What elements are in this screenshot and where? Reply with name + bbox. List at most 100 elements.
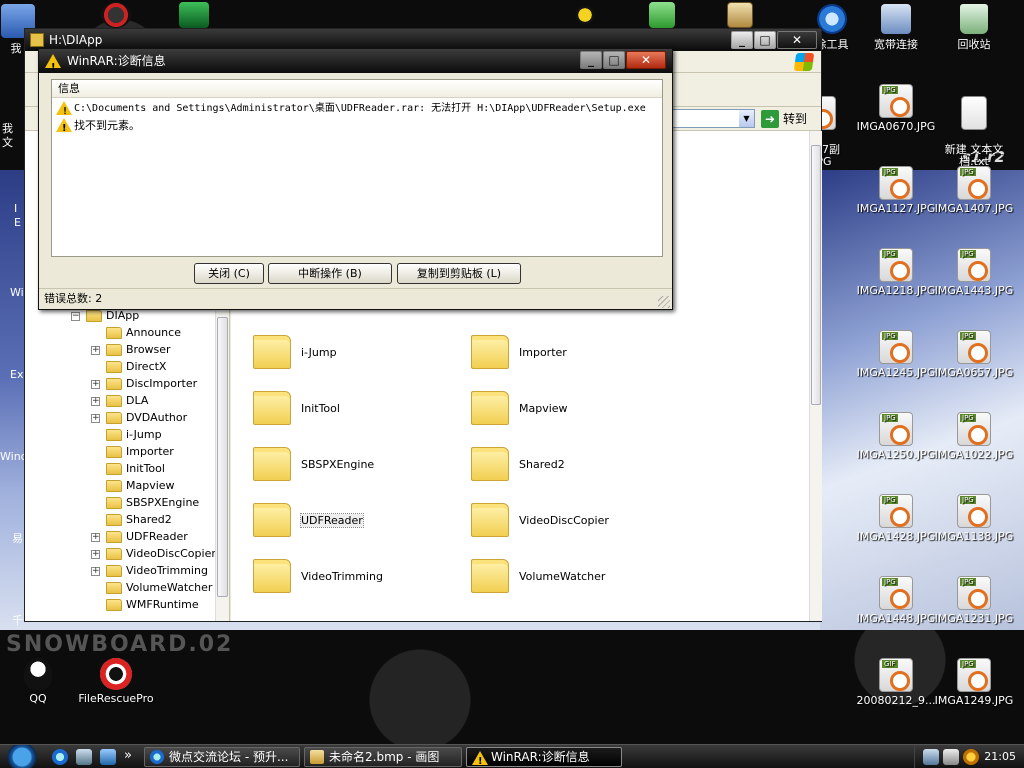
desktop-file-icon[interactable]: IMGA1231.JPG: [928, 576, 1020, 625]
tree-scrollbar-thumb[interactable]: [217, 317, 228, 597]
close-dialog-button[interactable]: 关闭 (C): [194, 263, 264, 284]
folder-icon: [471, 447, 509, 481]
desktop-icon-eye-app[interactable]: [148, 2, 240, 30]
folder-item[interactable]: VideoDiscCopier: [471, 501, 609, 541]
tree-item[interactable]: + VideoTrimming: [91, 562, 208, 579]
message-row[interactable]: 找不到元素。: [54, 117, 140, 137]
ie-quicklaunch-icon[interactable]: [52, 749, 68, 765]
go-button[interactable]: ➜ 转到: [761, 110, 817, 128]
desktop-file-icon[interactable]: IMGA1138.JPG: [928, 494, 1020, 543]
desktop-file-icon[interactable]: IMGA1443.JPG: [928, 248, 1020, 297]
expand-icon[interactable]: +: [91, 345, 100, 355]
tree-item[interactable]: + UDFReader: [91, 528, 188, 545]
error-count-label: 错误总数:: [44, 292, 92, 305]
expand-icon[interactable]: +: [91, 396, 100, 406]
desktop-file-icon[interactable]: IMGA1022.JPG: [928, 412, 1020, 461]
tree-item-label: SBSPXEngine: [126, 496, 200, 509]
tree-item[interactable]: i-Jump: [106, 426, 162, 443]
network-tray-icon[interactable]: [923, 749, 939, 765]
folder-icon: [106, 395, 122, 407]
desktop-icon-label: 宽带连接: [874, 38, 918, 51]
tree-item[interactable]: Mapview: [106, 477, 175, 494]
desktop-edge-label: 千: [12, 614, 23, 627]
tree-item-label: DVDAuthor: [126, 411, 188, 424]
tree-item[interactable]: Announce: [106, 324, 181, 341]
tree-item-label: DirectX: [126, 360, 167, 373]
minimize-button[interactable]: _: [731, 31, 753, 49]
tree-item-label: WMFRuntime: [126, 598, 199, 611]
tree-item[interactable]: + DiscImporter: [91, 375, 197, 392]
tree-item[interactable]: + DLA: [91, 392, 148, 409]
resize-grip[interactable]: [658, 296, 670, 308]
desktop-file-label: FileRescuePro: [78, 692, 154, 705]
tree-item[interactable]: + VideoDiscCopier: [91, 545, 216, 562]
taskbar-button[interactable]: 未命名2.bmp - 画图: [304, 747, 462, 767]
folder-item[interactable]: i-Jump: [253, 333, 337, 373]
folder-item[interactable]: Mapview: [471, 389, 568, 429]
expand-icon[interactable]: +: [91, 566, 100, 576]
start-button[interactable]: [0, 745, 44, 768]
maximize-button[interactable]: □: [754, 31, 776, 49]
taskbar-button[interactable]: 微点交流论坛 - 预升...: [144, 747, 300, 767]
copy-to-clipboard-button[interactable]: 复制到剪贴板 (L): [397, 263, 521, 284]
folder-item[interactable]: VolumeWatcher: [471, 557, 605, 597]
folder-item[interactable]: SBSPXEngine: [253, 445, 374, 485]
folder-icon: [106, 548, 122, 560]
chevron-down-icon[interactable]: ▼: [739, 110, 754, 127]
wallpaper-text: SNOWBOARD.02: [6, 632, 234, 657]
file-list-scrollbar-thumb[interactable]: [811, 145, 821, 405]
tree-item[interactable]: WMFRuntime: [106, 596, 199, 613]
tree-item[interactable]: + DVDAuthor: [91, 409, 187, 426]
media-quicklaunch-icon[interactable]: [100, 749, 116, 765]
tree-item[interactable]: Shared2: [106, 511, 172, 528]
desktop-icon-filerescuepro[interactable]: FileRescuePro: [70, 658, 162, 705]
desktop-icon-recycle-bin[interactable]: 回收站: [928, 4, 1020, 52]
app-tray-icon[interactable]: [963, 749, 979, 765]
minimize-button[interactable]: _: [580, 51, 602, 69]
tree-item[interactable]: DirectX: [106, 358, 166, 375]
desktop-file-icon[interactable]: 新建 文本文 档.txt: [928, 84, 1020, 168]
desktop-file-icon[interactable]: IMGA1249.JPG: [928, 658, 1020, 707]
expand-icon[interactable]: +: [91, 379, 100, 389]
tree-item[interactable]: Importer: [106, 443, 174, 460]
jpg-file-icon: [957, 166, 991, 200]
folder-icon: [253, 503, 291, 537]
desktop-icon-r-app[interactable]: [694, 2, 786, 30]
column-header[interactable]: 信息: [52, 80, 662, 98]
folder-item[interactable]: UDFReader: [253, 501, 364, 541]
clock[interactable]: 21:05: [984, 750, 1016, 763]
tree-item[interactable]: InitTool: [106, 460, 165, 477]
folder-item[interactable]: Shared2: [471, 445, 565, 485]
volume-tray-icon[interactable]: [943, 749, 959, 765]
expand-icon[interactable]: +: [91, 549, 100, 559]
taskbar-button[interactable]: WinRAR:诊断信息: [466, 747, 622, 767]
message-row[interactable]: C:\Documents and Settings\Administrator\…: [54, 100, 646, 120]
close-button[interactable]: ✕: [777, 31, 817, 49]
folder-item[interactable]: InitTool: [253, 389, 340, 429]
tree-item[interactable]: SBSPXEngine: [106, 494, 199, 511]
folder-icon: [106, 531, 122, 543]
tree-item-label: i-Jump: [126, 428, 162, 441]
tree-scrollbar[interactable]: [215, 311, 229, 621]
expand-icon[interactable]: +: [91, 413, 100, 423]
quicklaunch-overflow-icon[interactable]: »: [124, 748, 132, 763]
expand-icon[interactable]: +: [91, 532, 100, 542]
file-list-scrollbar[interactable]: [809, 131, 822, 621]
diagnostic-message-list[interactable]: 信息 C:\Documents and Settings\Administrat…: [51, 79, 663, 257]
folder-item[interactable]: VideoTrimming: [253, 557, 383, 597]
folder-item[interactable]: Importer: [471, 333, 567, 373]
desktop-file-icon[interactable]: IMGA0657.JPG: [928, 330, 1020, 379]
warning-icon: [45, 54, 61, 80]
collapse-icon[interactable]: −: [71, 311, 80, 321]
tree-item[interactable]: + Browser: [91, 341, 171, 358]
desktop-file-icon[interactable]: IMGA1407.JPG: [928, 166, 1020, 215]
tree-item-label: DLA: [126, 394, 149, 407]
tree-item[interactable]: VolumeWatcher: [106, 579, 212, 596]
folder-item-label: VideoDiscCopier: [519, 514, 609, 527]
dialog-titlebar[interactable]: WinRAR:诊断信息 _ □ ✕: [39, 49, 672, 80]
close-button[interactable]: ✕: [626, 51, 666, 69]
desktop-file-label: IMGA1443.JPG: [934, 284, 1014, 297]
abort-button[interactable]: 中断操作 (B): [268, 263, 392, 284]
maximize-button[interactable]: □: [603, 51, 625, 69]
show-desktop-icon[interactable]: [76, 749, 92, 765]
